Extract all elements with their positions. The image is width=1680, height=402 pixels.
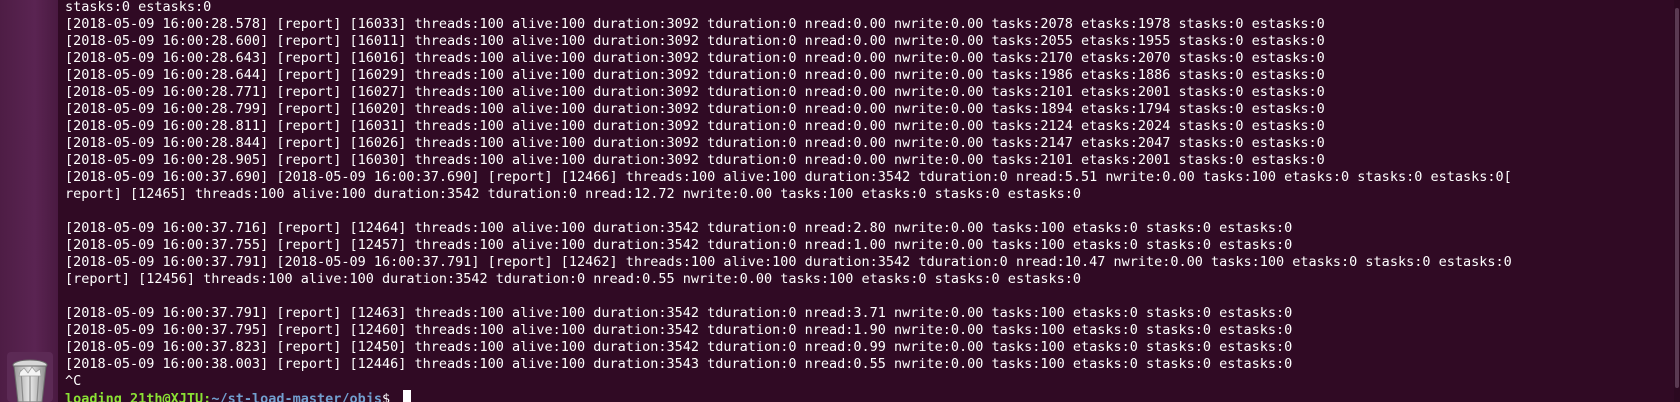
terminal-line: [2018-05-09 16:00:28.578] [report] [1603…: [65, 16, 1325, 32]
terminal-line: [2018-05-09 16:00:28.799] [report] [1602…: [65, 101, 1325, 117]
prompt-symbol: $: [382, 391, 399, 402]
shell-prompt[interactable]: loading_21th@XJTU:~/st-load-master/objs$: [65, 390, 1669, 402]
terminal-line: report] [12465] threads:100 alive:100 du…: [65, 186, 1081, 202]
trash-launcher-button[interactable]: [7, 352, 53, 402]
terminal-line: [2018-05-09 16:00:37.791] [report] [1246…: [65, 305, 1293, 321]
terminal-line: [2018-05-09 16:00:37.795] [report] [1246…: [65, 322, 1293, 338]
terminal-line: [report] [12456] threads:100 alive:100 d…: [65, 271, 1081, 287]
terminal-line: ^C: [65, 373, 82, 389]
terminal-line: [2018-05-09 16:00:38.003] [report] [1244…: [65, 356, 1293, 372]
text-cursor: [403, 390, 412, 402]
scrollbar-thumb[interactable]: [1675, 8, 1679, 388]
prompt-user-host: loading_21th@XJTU: [65, 391, 204, 402]
prompt-path: ~/st-load-master/objs: [211, 391, 382, 402]
terminal-line: [2018-05-09 16:00:37.823] [report] [1245…: [65, 339, 1293, 355]
terminal-line: [2018-05-09 16:00:28.811] [report] [1603…: [65, 118, 1325, 134]
terminal-line: [2018-05-09 16:00:37.716] [report] [1246…: [65, 220, 1293, 236]
terminal-window[interactable]: stasks:0 estasks:0 [2018-05-09 16:00:28.5…: [58, 0, 1674, 402]
terminal-line: [2018-05-09 16:00:28.771] [report] [1602…: [65, 84, 1325, 100]
terminal-output: stasks:0 estasks:0 [2018-05-09 16:00:28.5…: [65, 0, 1669, 402]
trash-icon: [12, 359, 48, 402]
terminal-line: [2018-05-09 16:00:37.791] [2018-05-09 16…: [65, 254, 1512, 270]
terminal-line: stasks:0 estasks:0: [65, 0, 212, 15]
terminal-line: [2018-05-09 16:00:28.600] [report] [1601…: [65, 33, 1325, 49]
terminal-line: [2018-05-09 16:00:28.643] [report] [1601…: [65, 50, 1325, 66]
terminal-line: [2018-05-09 16:00:37.690] [2018-05-09 16…: [65, 169, 1512, 185]
terminal-line: [2018-05-09 16:00:28.644] [report] [1602…: [65, 67, 1325, 83]
terminal-line: [2018-05-09 16:00:28.844] [report] [1602…: [65, 135, 1325, 151]
desktop: stasks:0 estasks:0 [2018-05-09 16:00:28.5…: [0, 0, 1680, 402]
terminal-line: [2018-05-09 16:00:37.755] [report] [1245…: [65, 237, 1293, 253]
terminal-line: [2018-05-09 16:00:28.905] [report] [1603…: [65, 152, 1325, 168]
terminal-scrollbar[interactable]: [1674, 0, 1680, 402]
launcher-bar: [0, 0, 59, 402]
